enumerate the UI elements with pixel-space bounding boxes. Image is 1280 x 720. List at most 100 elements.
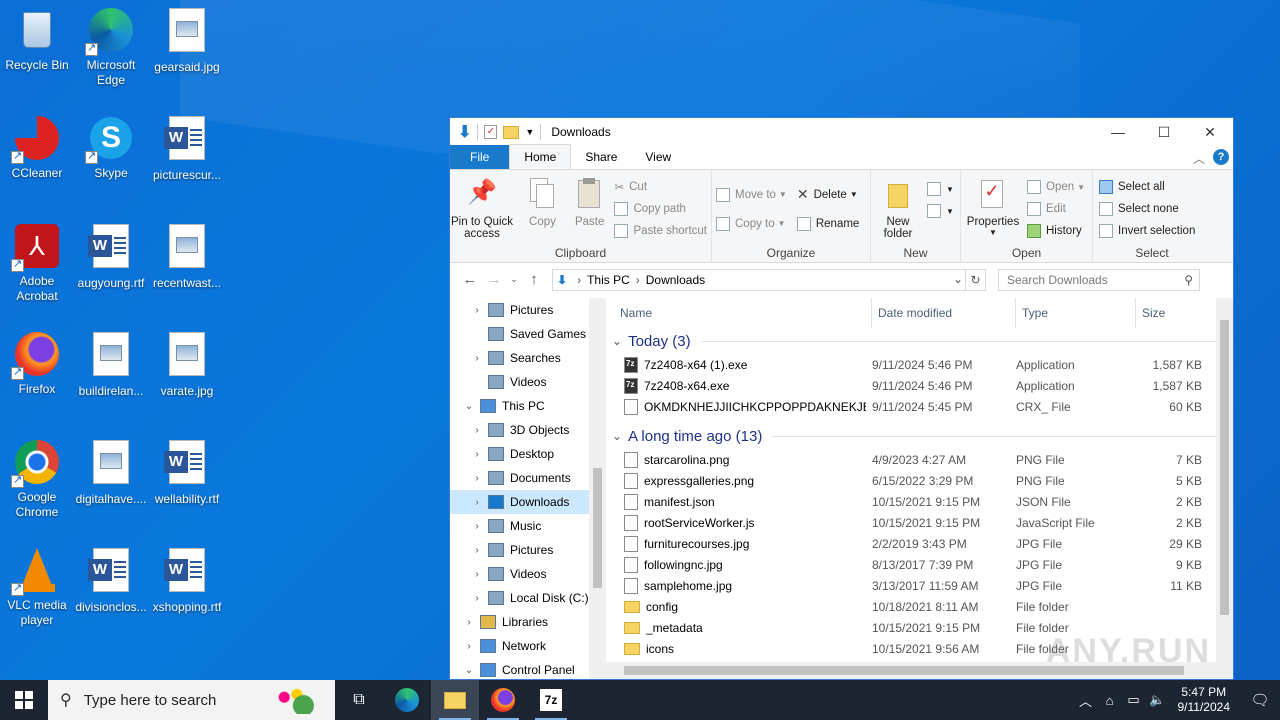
tree-item[interactable]: › Music bbox=[450, 514, 589, 538]
file-list-scrollbar[interactable] bbox=[1216, 298, 1233, 679]
edit-button[interactable]: Edit bbox=[1027, 198, 1085, 220]
copy-to-button[interactable]: Copy to ▼ bbox=[716, 209, 787, 238]
down-arrow-icon[interactable]: ⬇ bbox=[458, 122, 471, 142]
taskbar-file-explorer-button[interactable] bbox=[431, 680, 479, 720]
desktop-icon[interactable]: Firefox bbox=[0, 330, 74, 397]
tree-item[interactable]: Videos bbox=[450, 370, 589, 394]
tree-expand-chevron-icon[interactable]: › bbox=[462, 617, 476, 628]
desktop-icon[interactable]: recentwast... bbox=[150, 222, 224, 291]
rename-button[interactable]: Rename bbox=[796, 209, 859, 238]
notifications-icon[interactable]: 🗨 bbox=[1240, 691, 1280, 709]
desktop-icon[interactable]: Wpicturescur... bbox=[150, 114, 224, 183]
taskbar-7zip-button[interactable]: 7z bbox=[527, 680, 575, 720]
file-row[interactable]: followingnc.jpg 8/13/2017 7:39 PM JPG File… bbox=[606, 554, 1233, 575]
tree-expand-chevron-icon[interactable]: › bbox=[470, 305, 484, 316]
file-list-scrollbar-thumb[interactable] bbox=[1220, 320, 1229, 615]
folder-icon[interactable] bbox=[503, 125, 520, 139]
open-button[interactable]: Open ▼ bbox=[1027, 176, 1085, 198]
invert-selection-button[interactable]: Invert selection bbox=[1099, 220, 1207, 242]
tree-item[interactable]: › 3D Objects bbox=[450, 418, 589, 442]
start-button[interactable] bbox=[0, 680, 48, 720]
maximize-button[interactable]: ☐ bbox=[1141, 118, 1187, 146]
properties-button[interactable]: ✓ Properties ▼ bbox=[965, 174, 1021, 242]
tree-expand-chevron-icon[interactable]: › bbox=[470, 473, 484, 484]
tree-item[interactable]: › Desktop bbox=[450, 442, 589, 466]
column-date-modified[interactable]: Date modified bbox=[872, 298, 1016, 328]
tree-expand-chevron-icon[interactable]: › bbox=[470, 569, 484, 580]
tree-expand-chevron-icon[interactable]: › bbox=[462, 641, 476, 652]
select-all-button[interactable]: Select all bbox=[1099, 176, 1207, 198]
easy-access-button[interactable]: ▼ bbox=[927, 200, 954, 222]
tree-expand-chevron-icon[interactable]: › bbox=[470, 593, 484, 604]
taskbar-edge-button[interactable] bbox=[383, 680, 431, 720]
tree-item[interactable]: ⌄ This PC bbox=[450, 394, 589, 418]
tab-view[interactable]: View bbox=[631, 145, 685, 169]
file-row[interactable]: rootServiceWorker.js 10/15/2021 9:15 PM Ja… bbox=[606, 512, 1233, 533]
tree-expand-chevron-icon[interactable]: › bbox=[470, 545, 484, 556]
refresh-icon[interactable]: ↻ bbox=[965, 269, 985, 290]
desktop-icon[interactable]: Microsoft Edge bbox=[74, 6, 148, 88]
properties-check-icon[interactable]: ✓ bbox=[484, 125, 498, 139]
file-row[interactable]: OKMDKNHEJJIICHKCPPOPPDAKNEKJEK... 9/11/20… bbox=[606, 396, 1233, 417]
desktop-icon[interactable]: Wwellability.rtf bbox=[150, 438, 224, 507]
breadcrumb-this-pc[interactable]: This PC bbox=[587, 273, 630, 287]
pin-to-quick-access-button[interactable]: 📌 Pin to Quick access bbox=[451, 174, 513, 242]
desktop-icon[interactable]: digitalhave.... bbox=[74, 438, 148, 507]
copy-path-button[interactable]: Copy path bbox=[614, 198, 707, 220]
tree-item[interactable]: › Pictures bbox=[450, 538, 589, 562]
copy-button[interactable]: Copy bbox=[516, 174, 569, 242]
device-icon[interactable]: ⌂ bbox=[1098, 693, 1122, 708]
cut-button[interactable]: ✂ Cut bbox=[614, 176, 707, 198]
minimize-button[interactable]: — bbox=[1095, 118, 1141, 146]
tree-item[interactable]: › Searches bbox=[450, 346, 589, 370]
task-view-button[interactable]: ⧉ bbox=[335, 680, 383, 720]
show-hidden-icons-chevron-icon[interactable]: ︿ bbox=[1074, 691, 1098, 710]
desktop-icon[interactable]: varate.jpg bbox=[150, 330, 224, 399]
customize-toolbar-chevron-icon[interactable]: ▼ bbox=[525, 127, 534, 137]
taskbar-search-box[interactable]: ⚲ Type here to search bbox=[48, 680, 335, 720]
volume-icon[interactable]: 🔈 bbox=[1146, 692, 1170, 708]
up-arrow-icon[interactable]: ↑ bbox=[522, 271, 546, 288]
tree-item[interactable]: ⌄ Control Panel bbox=[450, 658, 589, 679]
tab-share[interactable]: Share bbox=[571, 145, 631, 169]
address-bar[interactable]: ⬇ › This PC › Downloads ⌄ ↻ bbox=[552, 268, 986, 291]
forward-arrow-icon[interactable]: → bbox=[482, 271, 506, 288]
column-name[interactable]: Name bbox=[606, 298, 872, 328]
recent-locations-chevron-icon[interactable]: ⌄ bbox=[506, 274, 522, 285]
file-row[interactable]: samplehome.jpg 3/13/2017 11:59 AM JPG File… bbox=[606, 575, 1233, 596]
tree-item[interactable]: › Local Disk (C:) bbox=[450, 586, 589, 610]
search-box[interactable]: Search Downloads ⚲ bbox=[998, 268, 1200, 291]
paste-button[interactable]: Paste bbox=[569, 174, 611, 242]
paste-shortcut-button[interactable]: Paste shortcut bbox=[614, 220, 707, 242]
file-row[interactable]: furniturecourses.jpg 2/2/2019 3:43 PM JPG … bbox=[606, 533, 1233, 554]
history-button[interactable]: History bbox=[1027, 220, 1085, 242]
select-none-button[interactable]: Select none bbox=[1099, 198, 1207, 220]
search-input[interactable]: Search Downloads bbox=[1007, 273, 1108, 287]
new-folder-button[interactable]: New folder bbox=[875, 174, 921, 240]
file-row[interactable]: 7z2408-x64.exe 9/11/2024 5:46 PM Applicati… bbox=[606, 375, 1233, 396]
taskbar-search-input[interactable]: Type here to search bbox=[84, 692, 217, 709]
tab-file[interactable]: File bbox=[450, 145, 510, 169]
file-list-horizontal-scrollbar[interactable] bbox=[606, 662, 1216, 679]
clock[interactable]: 5:47 PM 9/11/2024 bbox=[1178, 685, 1231, 715]
group-collapse-chevron-icon[interactable]: ⌄ bbox=[612, 334, 622, 348]
back-arrow-icon[interactable]: ← bbox=[458, 271, 482, 288]
file-row[interactable]: expressgalleries.png 6/15/2022 3:29 PM PNG… bbox=[606, 470, 1233, 491]
horizontal-scrollbar-thumb[interactable] bbox=[624, 666, 1184, 675]
file-group-header[interactable]: ⌄ Today (3) bbox=[606, 328, 1233, 354]
tab-home[interactable]: Home bbox=[509, 144, 572, 169]
desktop-icon[interactable]: Waugyoung.rtf bbox=[74, 222, 148, 291]
file-row[interactable]: manifest.json 10/15/2021 9:15 PM JSON File… bbox=[606, 491, 1233, 512]
desktop-icon[interactable]: Google Chrome bbox=[0, 438, 74, 520]
close-button[interactable]: ✕ bbox=[1187, 118, 1233, 146]
file-row[interactable]: config 10/18/2021 8:11 AM File folder bbox=[606, 596, 1233, 617]
tree-item[interactable]: › Libraries bbox=[450, 610, 589, 634]
tree-item[interactable]: Saved Games bbox=[450, 322, 589, 346]
tree-expand-chevron-icon[interactable]: › bbox=[470, 497, 484, 508]
tree-item[interactable]: › Network bbox=[450, 634, 589, 658]
file-row[interactable]: 7z2408-x64 (1).exe 9/11/2024 5:46 PM Appli… bbox=[606, 354, 1233, 375]
desktop-icon[interactable]: ⅄Adobe Acrobat bbox=[0, 222, 74, 304]
tree-expand-chevron-icon[interactable]: › bbox=[470, 449, 484, 460]
tree-expand-chevron-icon[interactable]: ⌄ bbox=[462, 401, 476, 412]
breadcrumb-downloads[interactable]: Downloads bbox=[646, 273, 705, 287]
